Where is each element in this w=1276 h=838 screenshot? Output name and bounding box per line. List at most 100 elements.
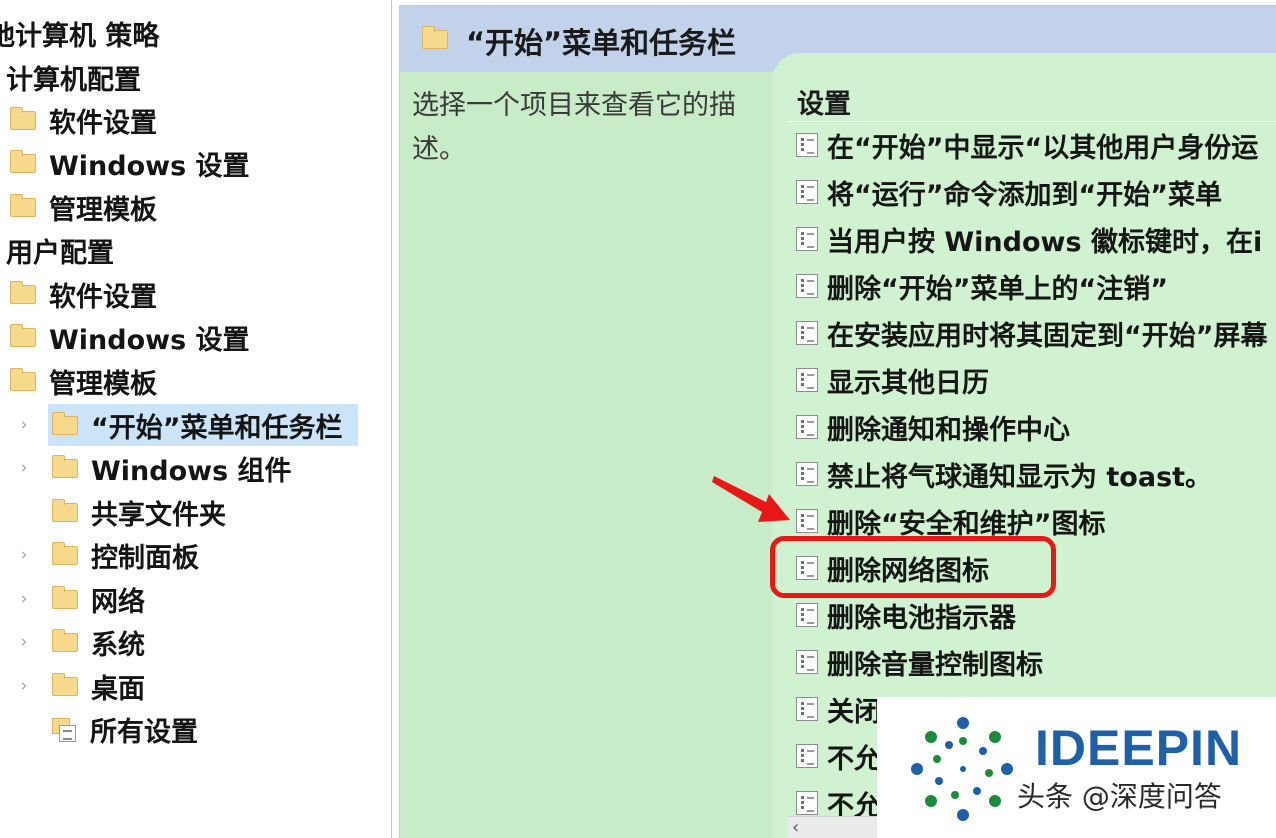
watermark: IDEEPIN 头条 @深度问答 [877,697,1276,838]
tree-item-windows-settings[interactable]: Windows 设置 [10,143,250,183]
tree-item-label: Windows 设置 [49,150,250,182]
folder-icon [422,26,448,49]
tree-item-user-windows-settings[interactable]: Windows 设置 [10,317,250,357]
chevron-right-icon[interactable]: › [14,545,34,565]
setting-row[interactable]: 禁止将气球通知显示为 toast。 [796,456,1213,493]
red-highlight-box [770,536,1056,598]
tree-item-computer-config[interactable]: 计算机配置 [6,57,141,97]
tree-item-label: 控制面板 [91,542,199,574]
tree-item-admin-templates[interactable]: 管理模板 [10,187,157,227]
tree-item-label: 系统 [91,629,145,661]
setting-label: 删除“开始”菜单上的“注销” [827,273,1168,305]
setting-label: 删除电池指示器 [827,602,1016,634]
setting-label: 将“运行”命令添加到“开始”菜单 [827,179,1222,211]
setting-row[interactable]: 删除通知和操作中心 [796,409,1070,446]
folder-icon [10,149,36,173]
all-settings-icon [52,716,79,743]
folder-icon [10,367,36,391]
tree-item-all-settings[interactable]: 所有设置 [52,709,198,749]
tree-item-desktop[interactable]: › 桌面 [21,666,145,706]
setting-label: 删除通知和操作中心 [827,414,1070,446]
policy-document-icon [796,697,818,721]
tree-item-label: Windows 设置 [49,324,250,356]
setting-label: 显示其他日历 [827,367,989,399]
policy-document-icon [796,133,818,157]
folder-icon [10,106,36,130]
setting-label: 关闭 [827,696,881,728]
tree-item-label: 软件设置 [49,281,157,313]
folder-icon [10,193,36,217]
tree-item-shared-folders[interactable]: 共享文件夹 [52,492,226,532]
tree-item-label: Windows 组件 [91,455,292,487]
tree-item-network[interactable]: › 网络 [21,579,145,619]
setting-label: 在安装应用时将其固定到“开始”屏幕 [827,320,1268,352]
tree-item-label: “开始”菜单和任务栏 [91,412,343,444]
policy-document-icon [796,509,818,533]
category-title: “开始”菜单和任务栏 [466,26,737,60]
setting-row[interactable]: 删除音量控制图标 [796,644,1043,681]
tree-item-user-admin-templates[interactable]: 管理模板 [10,361,157,401]
policy-document-icon [796,227,818,251]
setting-label: 删除音量控制图标 [827,649,1043,681]
policy-document-icon [796,791,818,815]
tree-item-label: 管理模板 [49,194,157,226]
folder-icon [52,628,78,652]
setting-row[interactable]: 删除“安全和维护”图标 [796,503,1106,540]
chevron-right-icon[interactable]: › [14,458,34,478]
setting-row[interactable]: 在安装应用时将其固定到“开始”屏幕 [796,315,1268,352]
tree-item-control-panel[interactable]: › 控制面板 [21,535,199,575]
setting-row[interactable]: 不允 [796,738,881,775]
setting-row[interactable]: 显示其他日历 [796,362,989,399]
setting-row[interactable]: 关闭 [796,691,881,728]
tree-item-system[interactable]: › 系统 [21,622,145,662]
swirl-logo-icon [911,717,1013,821]
setting-row[interactable]: 删除“开始”菜单上的“注销” [796,268,1168,305]
scroll-left-arrow-icon[interactable]: ‹ [792,817,799,838]
tree-item-label: 所有设置 [90,716,198,748]
tree-item-label: 地计算机 策略 [0,20,160,52]
setting-label: 在“开始”中显示“以其他用户身份运 [827,132,1259,164]
chevron-right-icon[interactable]: › [14,632,34,652]
setting-row[interactable]: 将“运行”命令添加到“开始”菜单 [796,174,1222,211]
chevron-right-icon[interactable]: › [14,589,34,609]
navigation-tree: 地计算机 策略 计算机配置 软件设置 Windows 设置 管理模板 用户配置 … [0,0,392,838]
divider [788,121,1276,122]
chevron-right-icon[interactable]: › [14,415,34,435]
setting-label: 不允 [827,743,881,775]
tree-item-label: 软件设置 [49,107,157,139]
policy-document-icon [796,603,818,627]
red-arrow-icon [712,476,790,522]
setting-label: 删除“安全和维护”图标 [827,508,1106,540]
policy-document-icon [796,462,818,486]
policy-document-icon [796,650,818,674]
setting-label: 当用户按 Windows 徽标键时，在i [827,226,1263,258]
folder-icon [52,672,78,696]
setting-row[interactable]: 在“开始”中显示“以其他用户身份运 [796,127,1259,164]
policy-document-icon [796,415,818,439]
tree-item-user-config[interactable]: 用户配置 [6,230,114,270]
tree-item-user-software-settings[interactable]: 软件设置 [10,274,157,314]
folder-icon [10,323,36,347]
description-text: 选择一个项目来查看它的描述。 [412,90,736,165]
tree-item-start-menu-taskbar[interactable]: › “开始”菜单和任务栏 [21,405,343,445]
tree-item-label: 计算机配置 [6,64,141,96]
policy-document-icon [796,274,818,298]
tree-item-windows-components[interactable]: › Windows 组件 [21,448,292,488]
tree-root-policy[interactable]: 地计算机 策略 [0,13,159,53]
setting-row[interactable]: 删除电池指示器 [796,597,1016,634]
tree-item-software-settings[interactable]: 软件设置 [10,100,157,140]
brand-logo-text: IDEEPIN [1035,720,1243,776]
chevron-right-icon[interactable]: › [14,676,34,696]
policy-document-icon [796,321,818,345]
folder-icon [52,454,78,478]
setting-label: 禁止将气球通知显示为 toast。 [827,461,1213,493]
tree-item-label: 共享文件夹 [91,499,226,531]
tree-item-label: 网络 [91,586,145,618]
policy-document-icon [796,180,818,204]
policy-document-icon [796,368,818,392]
folder-icon [52,585,78,609]
credit-text: 头条 @深度问答 [1017,780,1222,813]
settings-column-header[interactable]: 设置 [797,82,851,121]
folder-icon [52,541,78,565]
setting-row[interactable]: 当用户按 Windows 徽标键时，在i [796,221,1263,258]
